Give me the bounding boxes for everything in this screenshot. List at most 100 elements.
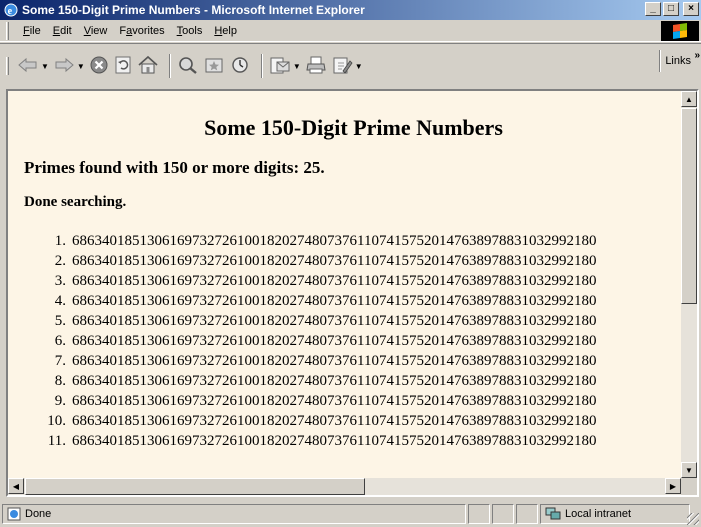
title-bar: e Some 150-Digit Prime Numbers - Microso… bbox=[0, 0, 701, 20]
stop-button[interactable] bbox=[89, 53, 109, 79]
prime-value: 6863401851306169732726100182027480737611… bbox=[72, 333, 597, 349]
menu-file[interactable]: File bbox=[17, 25, 47, 37]
print-icon bbox=[305, 55, 327, 78]
refresh-button[interactable] bbox=[113, 53, 133, 79]
forward-button[interactable]: ▼ bbox=[53, 53, 85, 79]
prime-index: 6. bbox=[54, 333, 66, 349]
prime-list-item: 2. 68634018513061697327261001820274807376… bbox=[24, 251, 683, 271]
ie-logo-icon: e bbox=[3, 2, 19, 18]
menu-help[interactable]: Help bbox=[208, 25, 243, 37]
browser-viewport: Some 150-Digit Prime Numbers Primes foun… bbox=[6, 89, 699, 497]
prime-list-item: 6. 68634018513061697327261001820274807376… bbox=[24, 331, 683, 351]
toolbar-separator bbox=[260, 54, 263, 78]
toolbar-grip[interactable] bbox=[6, 57, 9, 75]
mail-button[interactable]: ▼ bbox=[269, 53, 301, 79]
close-button[interactable]: × bbox=[683, 2, 699, 16]
horizontal-scrollbar[interactable]: ◀ ▶ bbox=[8, 478, 681, 495]
minimize-button[interactable]: _ bbox=[645, 2, 661, 16]
chevron-down-icon: ▼ bbox=[354, 61, 363, 71]
menu-bar: File Edit View Favorites Tools Help bbox=[0, 20, 701, 42]
chevron-down-icon: ▼ bbox=[41, 61, 49, 71]
prime-index: 4. bbox=[54, 293, 66, 309]
prime-index: 10. bbox=[47, 413, 66, 429]
vertical-scrollbar[interactable]: ▲ ▼ bbox=[681, 91, 697, 478]
scroll-up-button[interactable]: ▲ bbox=[681, 91, 697, 107]
prime-index: 2. bbox=[54, 253, 66, 269]
edit-button[interactable]: ▼ bbox=[331, 53, 363, 79]
prime-index: 1. bbox=[54, 233, 66, 249]
chevron-right-icon[interactable]: » bbox=[694, 50, 700, 61]
scroll-down-button[interactable]: ▼ bbox=[681, 462, 697, 478]
search-icon bbox=[177, 55, 199, 78]
svg-text:e: e bbox=[8, 6, 13, 17]
maximize-button[interactable]: □ bbox=[663, 2, 679, 16]
scrollbar-corner bbox=[681, 478, 697, 495]
status-panel-empty bbox=[516, 503, 538, 524]
security-zone-panel[interactable]: Local intranet bbox=[540, 503, 690, 524]
edit-icon bbox=[331, 55, 353, 78]
windows-logo-icon bbox=[661, 21, 699, 41]
prime-index: 5. bbox=[54, 313, 66, 329]
prime-list-item: 9. 68634018513061697327261001820274807376… bbox=[24, 391, 683, 411]
status-bar: Done Local intranet bbox=[0, 500, 701, 527]
mail-icon bbox=[269, 55, 291, 78]
menu-tools[interactable]: Tools bbox=[171, 25, 209, 37]
scroll-right-button[interactable]: ▶ bbox=[665, 478, 681, 494]
arrow-right-icon: ▶ bbox=[669, 481, 677, 491]
history-icon bbox=[229, 55, 251, 78]
menu-favorites[interactable]: Favorites bbox=[113, 25, 170, 37]
favorites-icon bbox=[203, 55, 225, 78]
prime-list-item: 11. 6863401851306169732726100182027480737… bbox=[24, 431, 683, 451]
prime-value: 6863401851306169732726100182027480737611… bbox=[72, 293, 597, 309]
forward-icon bbox=[53, 57, 75, 76]
home-button[interactable] bbox=[137, 53, 159, 79]
prime-list: 1. 68634018513061697327261001820274807376… bbox=[24, 231, 683, 451]
back-button[interactable]: ▼ bbox=[17, 53, 49, 79]
resize-grip[interactable] bbox=[687, 513, 699, 525]
window-title: Some 150-Digit Prime Numbers - Microsoft… bbox=[22, 3, 365, 17]
prime-list-item: 5. 68634018513061697327261001820274807376… bbox=[24, 311, 683, 331]
scroll-left-button[interactable]: ◀ bbox=[8, 478, 24, 494]
prime-value: 6863401851306169732726100182027480737611… bbox=[72, 393, 597, 409]
print-button[interactable] bbox=[305, 53, 327, 79]
back-icon bbox=[17, 57, 39, 76]
favorites-button[interactable] bbox=[203, 53, 225, 79]
status-panel-empty bbox=[492, 503, 514, 524]
menubar-grip[interactable] bbox=[6, 21, 9, 40]
status-panel-empty bbox=[468, 503, 490, 524]
prime-index: 3. bbox=[54, 273, 66, 289]
page-done-icon bbox=[7, 507, 21, 521]
prime-value: 6863401851306169732726100182027480737611… bbox=[72, 273, 597, 289]
search-button[interactable] bbox=[177, 53, 199, 79]
prime-value: 6863401851306169732726100182027480737611… bbox=[72, 253, 597, 269]
vertical-scroll-thumb[interactable] bbox=[681, 108, 697, 304]
local-intranet-icon bbox=[545, 507, 561, 521]
prime-index: 9. bbox=[54, 393, 66, 409]
prime-value: 6863401851306169732726100182027480737611… bbox=[72, 233, 597, 249]
prime-value: 6863401851306169732726100182027480737611… bbox=[72, 353, 597, 369]
prime-list-item: 4. 68634018513061697327261001820274807376… bbox=[24, 291, 683, 311]
chevron-down-icon: ▼ bbox=[292, 61, 301, 71]
prime-list-item: 10. 6863401851306169732726100182027480737… bbox=[24, 411, 683, 431]
primes-found-heading: Primes found with 150 or more digits: 25… bbox=[24, 158, 325, 177]
horizontal-scroll-thumb[interactable] bbox=[25, 478, 365, 495]
standard-toolbar: ▼ ▼ ▼ ▼ bbox=[0, 43, 701, 88]
search-status-bold: Done searching. bbox=[24, 194, 127, 210]
prime-index: 8. bbox=[54, 373, 66, 389]
links-separator bbox=[659, 50, 662, 72]
chevron-down-icon: ▼ bbox=[76, 61, 85, 71]
toolbar-separator bbox=[168, 54, 171, 78]
status-text: Done bbox=[25, 507, 52, 520]
history-button[interactable] bbox=[229, 53, 251, 79]
arrow-down-icon: ▼ bbox=[685, 465, 693, 475]
prime-value: 6863401851306169732726100182027480737611… bbox=[72, 413, 597, 429]
web-page: Some 150-Digit Prime Numbers Primes foun… bbox=[8, 91, 683, 476]
menu-edit[interactable]: Edit bbox=[47, 25, 78, 37]
menu-view[interactable]: View bbox=[78, 25, 114, 37]
prime-list-item: 7. 68634018513061697327261001820274807376… bbox=[24, 351, 683, 371]
home-icon bbox=[137, 55, 159, 78]
links-toolbar[interactable]: Links » bbox=[659, 49, 701, 73]
zone-text: Local intranet bbox=[565, 507, 632, 520]
arrow-up-icon: ▲ bbox=[685, 94, 693, 104]
page-title: Some 150-Digit Prime Numbers bbox=[204, 115, 503, 140]
